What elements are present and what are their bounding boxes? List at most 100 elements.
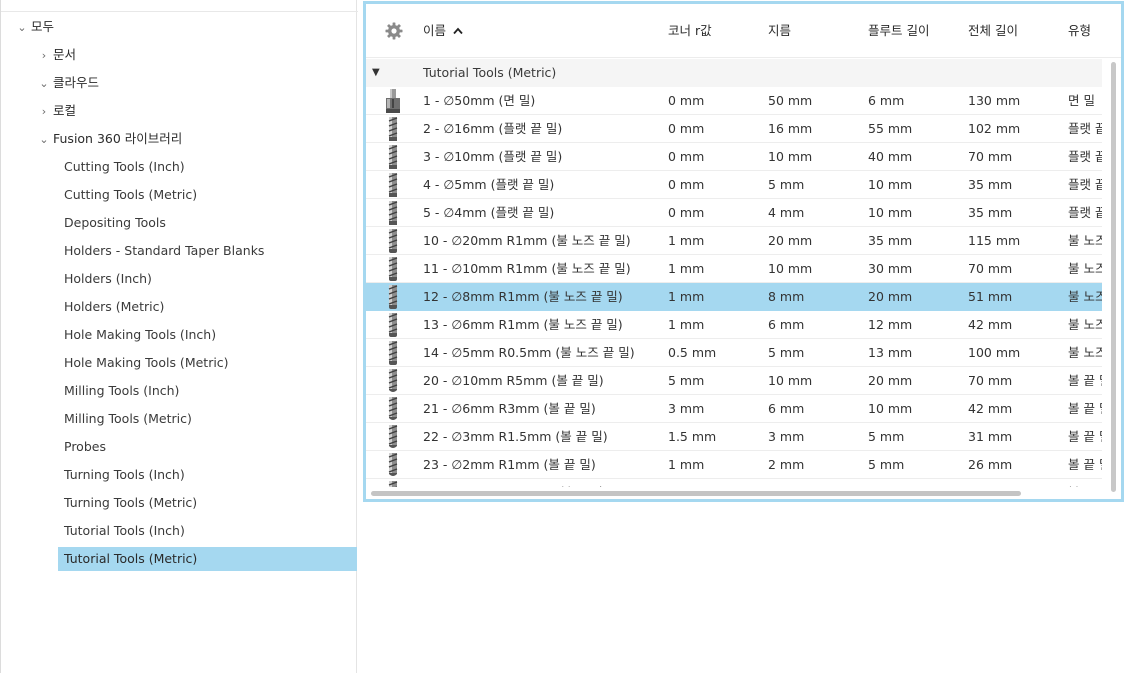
face-mill-icon — [385, 89, 401, 113]
horizontal-scrollbar[interactable] — [371, 491, 1021, 497]
table-row[interactable]: 23 - ∅2mm R1mm (볼 끝 밀) 1 mm 2 mm 5 mm 26 mm 볼… — [366, 451, 1102, 479]
tree-library-item[interactable]: Hole Making Tools (Metric) — [58, 351, 357, 375]
vertical-scrollbar[interactable] — [1111, 62, 1116, 495]
table-row[interactable]: 1 - ∅50mm (면 밀) 0 mm 50 mm 6 mm 130 mm 면 밀 — [366, 87, 1102, 115]
cell-diameter: 10 mm — [768, 373, 813, 388]
tree-library-item[interactable]: Milling Tools (Inch) — [58, 379, 357, 403]
table-row[interactable]: 11 - ∅10mm R1mm (불 노즈 끝 밀) 1 mm 10 mm 30 mm… — [366, 255, 1102, 283]
cell-overall-length: 51 mm — [968, 289, 1013, 304]
table-row[interactable]: 13 - ∅6mm R1mm (불 노즈 끝 밀) 1 mm 6 mm 12 mm 42… — [366, 311, 1102, 339]
tree-library-item[interactable]: Holders (Metric) — [58, 295, 357, 319]
tree-node-label: Fusion 360 라이브러리 — [53, 131, 183, 146]
cell-name: 2 - ∅16mm (플랫 끝 밀) — [423, 121, 563, 136]
cell-flute-length: 13 mm — [868, 345, 913, 360]
cell-name: 20 - ∅10mm R5mm (볼 끝 밀) — [423, 373, 604, 388]
vertical-scrollbar-thumb[interactable] — [1111, 62, 1116, 492]
column-header-flute-length[interactable]: 플루트 길이 — [868, 4, 929, 58]
tree-library-item[interactable]: Tutorial Tools (Inch) — [58, 519, 357, 543]
cell-corner-radius: 0 mm — [668, 205, 705, 220]
cell-flute-length: 10 mm — [868, 205, 913, 220]
cell-name: 23 - ∅2mm R1mm (볼 끝 밀) — [423, 457, 596, 472]
cell-type: 볼 끝 밀 — [1068, 429, 1102, 444]
cell-diameter: 16 mm — [768, 121, 813, 136]
cell-type: 면 밀 — [1068, 93, 1095, 108]
table-row[interactable]: 5 - ∅4mm (플랫 끝 밀) 0 mm 4 mm 10 mm 35 mm 플랫 끝 — [366, 199, 1102, 227]
column-header-diameter[interactable]: 지름 — [768, 4, 791, 58]
tree-node-all[interactable]: ⌄ 모두 — [16, 16, 54, 38]
tool-table-panel: 이름 코너 r값 지름 플루트 길이 전체 길이 유형 ▼ Tutorial T… — [363, 1, 1124, 502]
table-row[interactable]: 2 - ∅16mm (플랫 끝 밀) 0 mm 16 mm 55 mm 102 mm 플랫… — [366, 115, 1102, 143]
column-header-type[interactable]: 유형 — [1068, 4, 1091, 58]
table-row[interactable]: 3 - ∅10mm (플랫 끝 밀) 0 mm 10 mm 40 mm 70 mm 플랫 … — [366, 143, 1102, 171]
table-row[interactable]: 22 - ∅3mm R1.5mm (볼 끝 밀) 1.5 mm 3 mm 5 mm 31… — [366, 423, 1102, 451]
cell-corner-radius: 0.5 mm — [668, 479, 764, 487]
cell-corner-radius: 0 mm — [668, 177, 705, 192]
library-tree: ⌄ 모두 › 문서 ⌄ 클라우드 › 로컬 ⌄ Fusion 360 라이브러리 Cutt… — [0, 0, 358, 673]
column-header-corner-radius[interactable]: 코너 r값 — [668, 4, 712, 58]
tree-library-item[interactable]: Cutting Tools (Metric) — [58, 183, 357, 207]
table-row[interactable]: 10 - ∅20mm R1mm (불 노즈 끝 밀) 1 mm 20 mm 35 mm… — [366, 227, 1102, 255]
cell-name: 21 - ∅6mm R3mm (볼 끝 밀) — [423, 401, 596, 416]
table-row[interactable]: 21 - ∅6mm R3mm (볼 끝 밀) 3 mm 6 mm 10 mm 42 mm… — [366, 395, 1102, 423]
cell-type: 불 노즈 — [1068, 261, 1102, 276]
tree-library-item[interactable]: Depositing Tools — [58, 211, 357, 235]
tree-library-item-selected[interactable]: Tutorial Tools (Metric) — [58, 547, 357, 571]
column-header-overall-length[interactable]: 전체 길이 — [968, 4, 1018, 58]
cell-type: 플랫 끝 — [1068, 177, 1102, 192]
column-header-name[interactable]: 이름 — [423, 4, 463, 58]
chevron-down-icon[interactable]: ⌄ — [38, 129, 50, 151]
tree-library-item[interactable]: Milling Tools (Metric) — [58, 407, 357, 431]
cell-overall-length: 130 mm — [968, 93, 1021, 108]
bull-nose-mill-icon — [385, 313, 401, 337]
tree-library-item[interactable]: Hole Making Tools (Inch) — [58, 323, 357, 347]
table-row[interactable]: 14 - ∅5mm R0.5mm (불 노즈 끝 밀) 0.5 mm 5 mm 13 … — [366, 339, 1102, 367]
tree-library-item[interactable]: Probes — [58, 435, 357, 459]
table-row[interactable]: 4 - ∅5mm (플랫 끝 밀) 0 mm 5 mm 10 mm 35 mm 플랫 끝 — [366, 171, 1102, 199]
cell-type: 불 노즈 — [1068, 317, 1102, 332]
cell-corner-radius: 1 mm — [668, 457, 705, 472]
cell-type: 플랫 끝 — [1068, 205, 1102, 220]
horizontal-scrollbar-thumb[interactable] — [371, 491, 1021, 496]
bull-nose-mill-icon — [385, 257, 401, 281]
chevron-down-icon[interactable]: ⌄ — [16, 17, 28, 39]
chevron-down-icon[interactable]: ⌄ — [38, 73, 50, 95]
cell-overall-length: 78 mm — [968, 479, 1064, 487]
cell-flute-length: 5 mm — [868, 457, 905, 472]
cell-corner-radius: 1 mm — [668, 289, 705, 304]
chevron-right-icon[interactable]: › — [38, 101, 50, 123]
tree-library-item[interactable]: Turning Tools (Metric) — [58, 491, 357, 515]
cell-name: 12 - ∅8mm R1mm (불 노즈 끝 밀) — [423, 289, 623, 304]
column-header-label: 이름 — [423, 23, 447, 38]
chevron-right-icon[interactable]: › — [38, 45, 50, 67]
tree-library-item[interactable]: Cutting Tools (Inch) — [58, 155, 357, 179]
tool-rows: 1 - ∅50mm (면 밀) 0 mm 50 mm 6 mm 130 mm 면 밀 2 -… — [366, 87, 1102, 487]
cell-corner-radius: 0 mm — [668, 93, 705, 108]
gear-icon[interactable] — [385, 22, 403, 40]
cell-name: 24 - ∅1mm R0.5mm (볼 끝 밀) — [423, 479, 663, 487]
tree-library-item[interactable]: Turning Tools (Inch) — [58, 463, 357, 487]
table-row[interactable]: 20 - ∅10mm R5mm (볼 끝 밀) 5 mm 10 mm 20 mm 70 … — [366, 367, 1102, 395]
cell-corner-radius: 1 mm — [668, 261, 705, 276]
tree-library-item[interactable]: Holders - Standard Taper Blanks — [58, 239, 357, 263]
cell-flute-length: 40 mm — [868, 149, 913, 164]
tree-node-label: 클라우드 — [53, 75, 100, 90]
group-row[interactable]: ▼ Tutorial Tools (Metric) — [366, 59, 1102, 87]
cell-diameter: 8 mm — [768, 289, 805, 304]
cell-overall-length: 42 mm — [968, 401, 1013, 416]
cell-name: 11 - ∅10mm R1mm (불 노즈 끝 밀) — [423, 261, 631, 276]
tree-node-local[interactable]: › 로컬 — [38, 100, 76, 122]
table-row[interactable]: 24 - ∅1mm R0.5mm (볼 끝 밀) 0.5 mm 1 mm 3 mm 78… — [366, 479, 1102, 487]
tree-library-item[interactable]: Holders (Inch) — [58, 267, 357, 291]
table-row-selected[interactable]: 12 - ∅8mm R1mm (불 노즈 끝 밀) 1 mm 8 mm 20 mm 51… — [366, 283, 1102, 311]
ball-mill-icon — [385, 397, 401, 421]
cell-corner-radius: 0.5 mm — [668, 345, 717, 360]
cell-diameter: 10 mm — [768, 261, 813, 276]
tree-node-documents[interactable]: › 문서 — [38, 44, 76, 66]
cell-diameter: 10 mm — [768, 149, 813, 164]
tree-node-cloud[interactable]: ⌄ 클라우드 — [38, 72, 99, 94]
bull-nose-mill-icon — [385, 229, 401, 253]
cell-type: 플랫 끝 — [1068, 121, 1102, 136]
tree-node-fusion-library[interactable]: ⌄ Fusion 360 라이브러리 — [38, 128, 182, 150]
cell-flute-length: 6 mm — [868, 93, 905, 108]
caret-down-icon[interactable]: ▼ — [372, 59, 380, 87]
